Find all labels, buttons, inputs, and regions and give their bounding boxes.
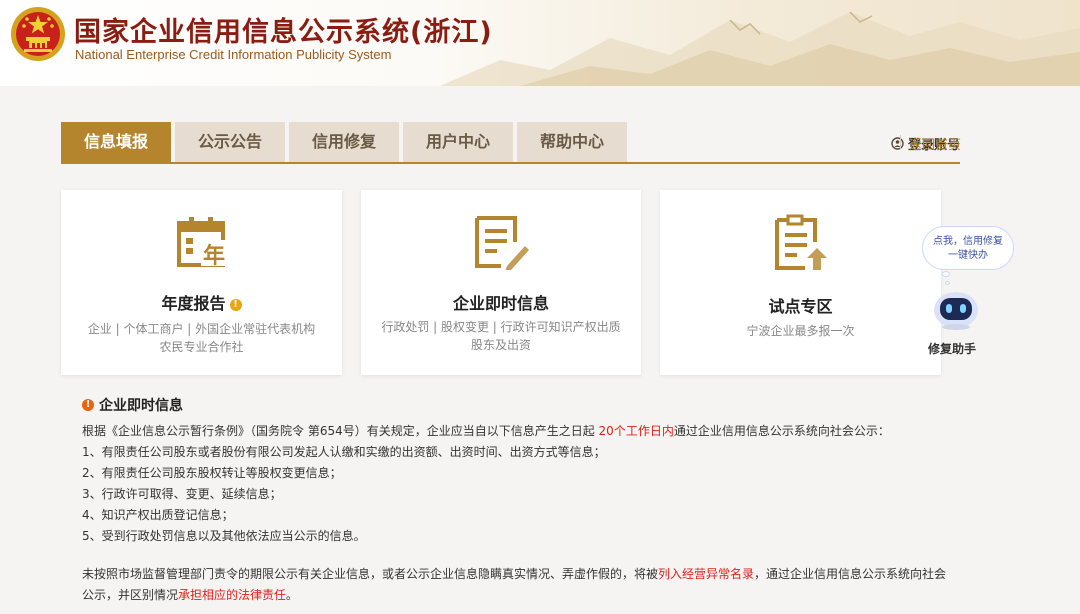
tab-user-center[interactable]: 用户中心 xyxy=(403,122,513,162)
info-intro: 根据《企业信息公示暂行条例》（国务院令 第654号）有关规定，企业应当自以下信息… xyxy=(82,424,890,438)
card-annual-report-title: 年度报告! xyxy=(61,290,342,314)
tab-public-notice[interactable]: 公示公告 xyxy=(175,122,285,162)
tab-info-filing[interactable]: 信息填报 xyxy=(61,122,171,162)
warning-icon: ! xyxy=(229,298,242,311)
alert-icon: ! xyxy=(82,399,94,411)
user-icon xyxy=(891,137,904,150)
national-emblem-icon xyxy=(11,7,65,61)
list-item: 1、有限责任公司股东或者股份有限公司发起人认缴和实缴的出资额、出资时间、出资方式… xyxy=(82,445,606,459)
card-instant-info-desc: 行政处罚 | 股权变更 | 行政许可知识产权出质 股东及出资 xyxy=(381,320,621,352)
calendar-year-icon: 年 xyxy=(176,217,227,269)
back-home-link[interactable]: 返回首页 xyxy=(909,134,961,153)
tab-credit-repair[interactable]: 信用修复 xyxy=(289,122,399,162)
list-item: 5、受到行政处罚信息以及其他依法应当公示的信息。 xyxy=(82,529,366,543)
tab-help-center[interactable]: 帮助中心 xyxy=(517,122,627,162)
main-nav-tabs: 信息填报 公示公告 信用修复 用户中心 帮助中心 xyxy=(61,122,627,162)
card-pilot-zone-title: 试点专区 xyxy=(768,297,833,316)
info-section-body: 根据《企业信息公示暂行条例》（国务院令 第654号）有关规定，企业应当自以下信息… xyxy=(82,421,952,606)
legal-liability-highlight: 承担相应的法律责任 xyxy=(178,588,287,602)
list-item: 2、有限责任公司股东股权转让等股权变更信息； xyxy=(82,466,342,480)
info-section-title: ! 企业即时信息 xyxy=(82,395,183,415)
site-title: 国家企业信用信息公示系统(浙江) xyxy=(74,17,493,48)
assistant-label[interactable]: 修复助手 xyxy=(928,340,976,357)
document-edit-icon xyxy=(475,216,529,270)
card-annual-report-desc: 企业 | 个体工商户 | 外国企业常驻代表机构 农民专业合作社 xyxy=(87,322,316,354)
assistant-speech-bubble[interactable]: 点我，信用修复 一键快办 xyxy=(922,226,1014,270)
card-pilot-zone-desc: 宁波企业最多报一次 xyxy=(746,324,855,338)
document-upload-icon xyxy=(774,214,827,270)
info-notice: 未按照市场监督管理部门责令的期限公示有关企业信息，或者公示企业信息隐瞒真实情况、… xyxy=(82,567,947,602)
card-instant-info-title: 企业即时信息 xyxy=(452,294,549,313)
list-item: 4、知识产权出质登记信息； xyxy=(82,508,234,522)
list-item: 3、行政许可取得、变更、延续信息； xyxy=(82,487,282,501)
card-instant-info[interactable]: 企业即时信息 行政处罚 | 股权变更 | 行政许可知识产权出质 股东及出资 xyxy=(361,190,641,375)
mountain-banner-image xyxy=(440,11,1080,86)
card-pilot-zone[interactable]: 试点专区 宁波企业最多报一次 xyxy=(660,190,941,375)
site-subtitle: National Enterprise Credit Information P… xyxy=(75,47,392,62)
card-annual-report[interactable]: 年 年度报告! 企业 | 个体工商户 | 外国企业常驻代表机构 农民专业合作社 xyxy=(61,190,342,375)
tab-underline xyxy=(61,162,960,164)
header-divider xyxy=(900,135,901,149)
robot-assistant-icon[interactable] xyxy=(932,288,980,330)
abnormal-list-highlight: 列入经营异常名录 xyxy=(658,567,755,581)
svg-text:年: 年 xyxy=(202,243,224,269)
bubble-tail-dot xyxy=(942,271,950,277)
site-header: 国家企业信用信息公示系统(浙江) National Enterprise Cre… xyxy=(0,0,1080,86)
bubble-tail-dot xyxy=(945,281,950,285)
deadline-highlight: 20个工作日内 xyxy=(598,424,674,438)
